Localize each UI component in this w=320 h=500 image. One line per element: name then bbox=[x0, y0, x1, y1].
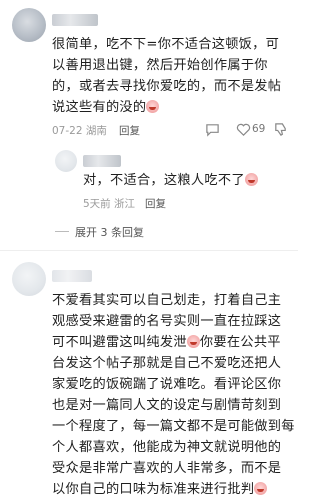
emoji-icon bbox=[254, 482, 268, 495]
username[interactable] bbox=[52, 270, 92, 282]
emoji-icon bbox=[244, 173, 258, 186]
comment-line: 一个程度了，每一篇文都不是可能做到每 bbox=[52, 419, 295, 434]
comment-line: 受众是非常广喜欢的人非常多，而不是 bbox=[52, 461, 282, 476]
comment-line: 观感受来避雷的名号实则一直在拉踩这 bbox=[52, 314, 282, 329]
thumbs-down-icon[interactable] bbox=[273, 122, 288, 140]
avatar[interactable] bbox=[12, 262, 46, 296]
comment-line: 以你自己的口味为标准来进行批判 bbox=[52, 480, 268, 500]
comment-line: 的，或者去寻找你爱吃的，而不是发帖 bbox=[52, 79, 282, 94]
avatar[interactable] bbox=[12, 8, 46, 42]
comment-line: 说这些有的没的 bbox=[52, 98, 160, 118]
comment-line: 很简单，吃不下=你不适合这顿饭，可 bbox=[52, 37, 280, 52]
comment-line: 台发这个帖子那就是自己不爱吃还把人 bbox=[52, 356, 282, 371]
comment-line: 家爱吃的饭碗踹了说难吃。看评论区你 bbox=[52, 377, 282, 392]
reply-text[interactable]: 对，不适合，这粮人吃不了 bbox=[83, 171, 258, 191]
reply-button[interactable]: 回复 bbox=[145, 196, 166, 211]
comment-meta: 07-22 湖南 bbox=[52, 125, 107, 137]
comment-line: 以善用退出键，然后开始创作属于你 bbox=[52, 58, 268, 73]
chat-bubble-icon[interactable] bbox=[205, 122, 220, 140]
reply-meta: 5天前 浙江 bbox=[83, 198, 136, 210]
comment-line: 可不叫避雷这叫纯发泄 你要在公共平 bbox=[52, 335, 281, 350]
like-count: 69 bbox=[252, 123, 266, 135]
expand-replies-button[interactable]: 展开 3 条回复 bbox=[75, 224, 144, 240]
heart-icon[interactable] bbox=[236, 122, 251, 140]
comment-line: 个人都喜欢，他能成为神文就说明他的 bbox=[52, 440, 282, 455]
comment-line: 也是对一篇同人文的设定与剧情苛刻到 bbox=[52, 398, 282, 413]
emoji-icon bbox=[146, 100, 160, 113]
divider bbox=[0, 250, 298, 251]
comment-line: 不爱看其实可以自己划走，打着自己主 bbox=[52, 293, 282, 308]
emoji-icon bbox=[186, 335, 200, 348]
avatar[interactable] bbox=[55, 150, 77, 172]
username[interactable] bbox=[83, 155, 121, 167]
reply-button[interactable]: 回复 bbox=[119, 123, 140, 138]
username[interactable] bbox=[52, 14, 98, 26]
expand-divider bbox=[55, 231, 69, 232]
